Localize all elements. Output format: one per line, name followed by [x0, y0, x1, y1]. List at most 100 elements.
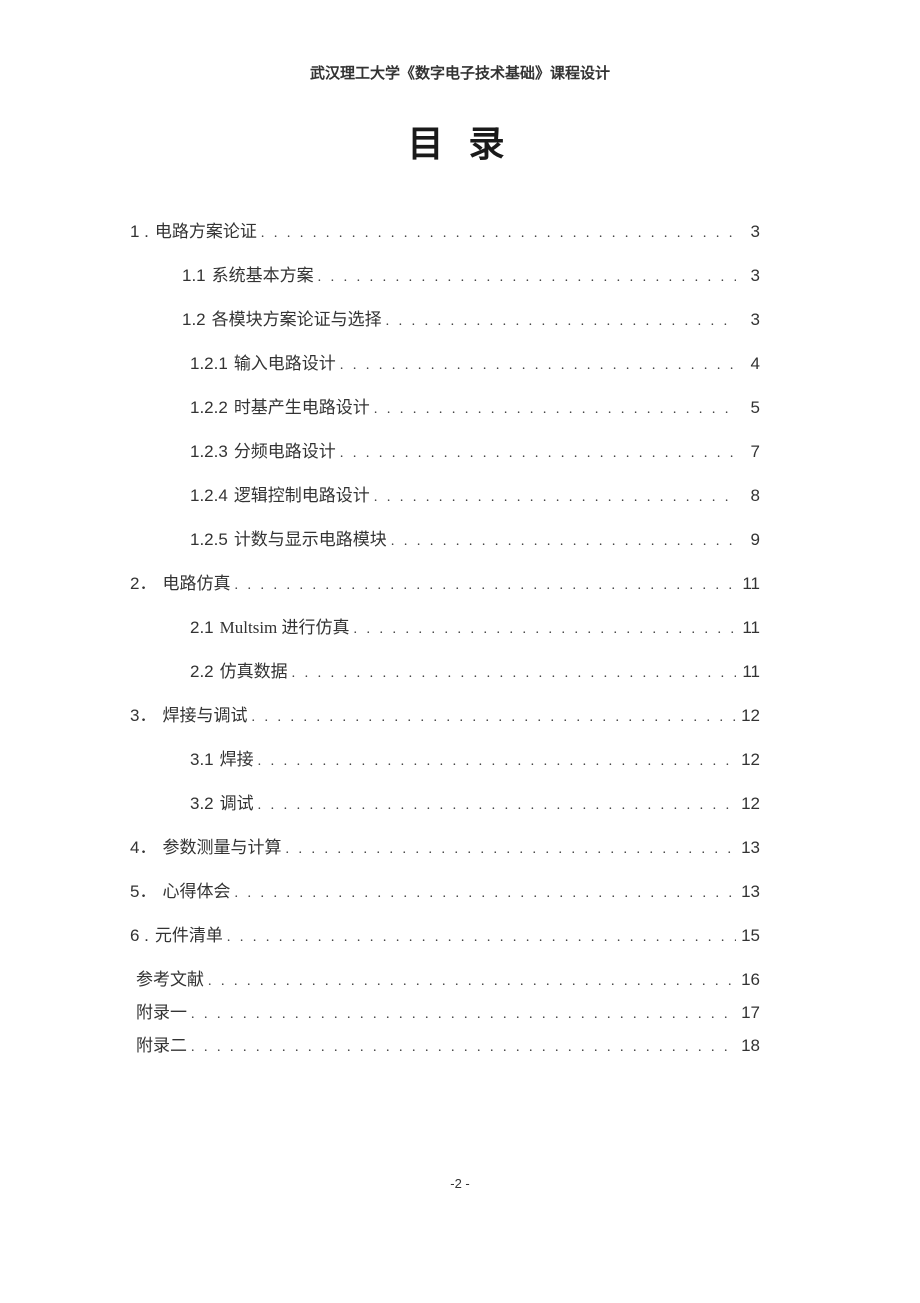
toc-entry-page: 11 — [740, 662, 760, 682]
toc-entry-page: 4 — [740, 354, 760, 374]
toc-entry: 3.1 焊接 12 — [130, 745, 760, 770]
toc-entry-label: 附录一 — [136, 998, 187, 1023]
toc-entry-number: 1.2 — [182, 310, 206, 330]
toc-entry-label: 逻辑控制电路设计 — [234, 481, 370, 506]
toc-dots — [285, 842, 736, 858]
toc-entry-number: 2.1 — [190, 618, 214, 638]
toc-entry-label: 调试 — [220, 789, 254, 814]
toc-entry-page: 12 — [740, 706, 760, 726]
toc-entry-page: 8 — [740, 486, 760, 506]
toc-entry-label: 电路方案论证 — [155, 217, 257, 242]
page-footer: -2 - — [0, 1176, 920, 1191]
toc-entry-label: 参数测量与计算 — [162, 833, 281, 858]
toc-entry-label: 心得体会 — [162, 877, 230, 902]
toc-entry-label: 系统基本方案 — [212, 261, 314, 286]
toc-dots — [208, 974, 736, 990]
toc-entry-label: Multsim 进行仿真 — [220, 613, 350, 638]
toc-entry-page: 9 — [740, 530, 760, 550]
toc-dots — [318, 270, 736, 286]
toc-entry: 2.2 仿真数据 11 — [130, 657, 760, 682]
toc-entry-page: 13 — [740, 882, 760, 902]
toc-entry-number: 1.2.3 — [190, 442, 228, 462]
toc-entry-number: 3． — [130, 701, 156, 726]
toc-entry: 1 . 电路方案论证 3 — [130, 217, 760, 242]
toc-entry-page: 15 — [740, 926, 760, 946]
table-of-contents: 1 . 电路方案论证 3 1.1 系统基本方案 3 1.2 各模块方案论证与选择 3 1.2.1 输… — [0, 217, 920, 1056]
toc-entry-label: 焊接 — [220, 745, 254, 770]
toc-entry: 2．电路仿真 11 — [130, 569, 760, 594]
toc-entry: 1.2 各模块方案论证与选择 3 — [130, 305, 760, 330]
toc-entry-page: 3 — [740, 310, 760, 330]
toc-entry: 5．心得体会 13 — [130, 877, 760, 902]
toc-dots — [234, 578, 736, 594]
toc-entry: 1.2.4 逻辑控制电路设计 8 — [130, 481, 760, 506]
toc-entry: 附录一 17 — [130, 998, 760, 1023]
page-title: 目 录 — [0, 115, 920, 167]
toc-entry-number: 1 . — [130, 222, 149, 242]
toc-entry-number: 3.2 — [190, 794, 214, 814]
toc-dots — [374, 402, 736, 418]
toc-entry: 1.2.2 时基产生电路设计 5 — [130, 393, 760, 418]
toc-entry-label: 仿真数据 — [220, 657, 288, 682]
toc-entry-label: 分频电路设计 — [234, 437, 336, 462]
toc-entry-number: 1.1 — [182, 266, 206, 286]
toc-entry-label: 附录二 — [136, 1031, 187, 1056]
toc-entry: 1.2.5 计数与显示电路模块 9 — [130, 525, 760, 550]
toc-entry-page: 17 — [740, 1003, 760, 1023]
toc-entry-number: 4． — [130, 833, 156, 858]
toc-dots — [234, 886, 736, 902]
toc-entry-label: 电路仿真 — [162, 569, 230, 594]
toc-entry-page: 5 — [740, 398, 760, 418]
toc-entry-label: 各模块方案论证与选择 — [212, 305, 382, 330]
toc-dots — [258, 798, 736, 814]
toc-entry-page: 3 — [740, 266, 760, 286]
toc-entry: 1.2.3 分频电路设计 7 — [130, 437, 760, 462]
toc-entry-number: 5． — [130, 877, 156, 902]
toc-entry-page: 3 — [740, 222, 760, 242]
toc-entry-page: 18 — [740, 1036, 760, 1056]
toc-entry: 2.1 Multsim 进行仿真 11 — [130, 613, 760, 638]
page-header: 武汉理工大学《数字电子技术基础》课程设计 — [0, 0, 920, 83]
toc-dots — [391, 534, 736, 550]
toc-entry-page: 13 — [740, 838, 760, 858]
toc-entry-label: 计数与显示电路模块 — [234, 525, 387, 550]
toc-entry-label: 元件清单 — [155, 921, 223, 946]
toc-entry: 3.2 调试 12 — [130, 789, 760, 814]
toc-entry: 4．参数测量与计算 13 — [130, 833, 760, 858]
toc-entry-page: 12 — [740, 794, 760, 814]
toc-dots — [340, 358, 736, 374]
toc-dots — [354, 622, 736, 638]
toc-dots — [374, 490, 736, 506]
toc-entry-label: 输入电路设计 — [234, 349, 336, 374]
toc-entry-page: 7 — [740, 442, 760, 462]
toc-entry-number: 3.1 — [190, 750, 214, 770]
toc-entry-number: 2． — [130, 569, 156, 594]
toc-dots — [227, 930, 736, 946]
toc-entry: 3．焊接与调试 12 — [130, 701, 760, 726]
toc-dots — [251, 710, 736, 726]
toc-entry-page: 16 — [740, 970, 760, 990]
toc-dots — [261, 226, 736, 242]
toc-entry-page: 11 — [740, 618, 760, 638]
toc-dots — [292, 666, 736, 682]
toc-entry-label: 焊接与调试 — [162, 701, 247, 726]
toc-entry-number: 1.2.5 — [190, 530, 228, 550]
toc-dots — [191, 1007, 736, 1023]
toc-entry-label: 参考文献 — [136, 965, 204, 990]
toc-entry: 6 . 元件清单 15 — [130, 921, 760, 946]
toc-dots — [191, 1040, 736, 1056]
toc-dots — [258, 754, 736, 770]
toc-entry-number: 1.2.4 — [190, 486, 228, 506]
toc-entry-page: 11 — [740, 574, 760, 594]
toc-entry-number: 1.2.2 — [190, 398, 228, 418]
toc-entry-number: 1.2.1 — [190, 354, 228, 374]
toc-dots — [340, 446, 736, 462]
toc-entry-label: 时基产生电路设计 — [234, 393, 370, 418]
toc-entry: 1.1 系统基本方案 3 — [130, 261, 760, 286]
toc-dots — [386, 314, 736, 330]
toc-entry-number: 2.2 — [190, 662, 214, 682]
toc-entry: 附录二 18 — [130, 1031, 760, 1056]
toc-entry-page: 12 — [740, 750, 760, 770]
toc-entry: 1.2.1 输入电路设计 4 — [130, 349, 760, 374]
toc-entry-number: 6 . — [130, 926, 149, 946]
